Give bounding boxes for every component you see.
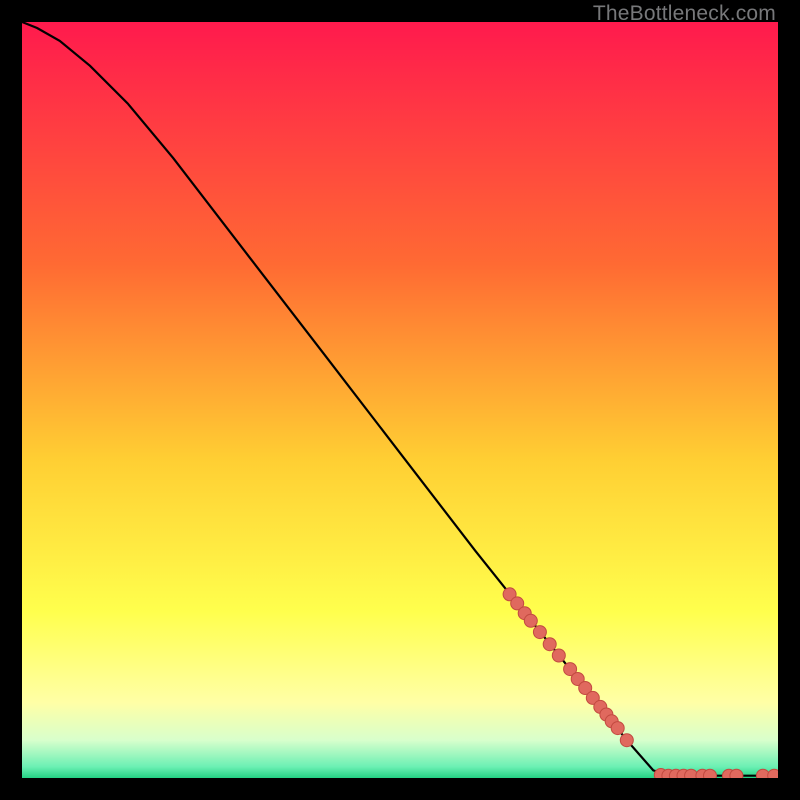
chart-canvas <box>22 22 778 778</box>
data-marker <box>543 638 556 651</box>
data-marker <box>552 649 565 662</box>
data-marker <box>533 626 546 639</box>
data-marker <box>524 614 537 627</box>
data-marker <box>620 734 633 747</box>
gradient-background <box>22 22 778 778</box>
chart-frame <box>22 22 778 778</box>
data-marker <box>704 769 717 778</box>
data-marker <box>611 722 624 735</box>
data-marker <box>730 769 743 778</box>
